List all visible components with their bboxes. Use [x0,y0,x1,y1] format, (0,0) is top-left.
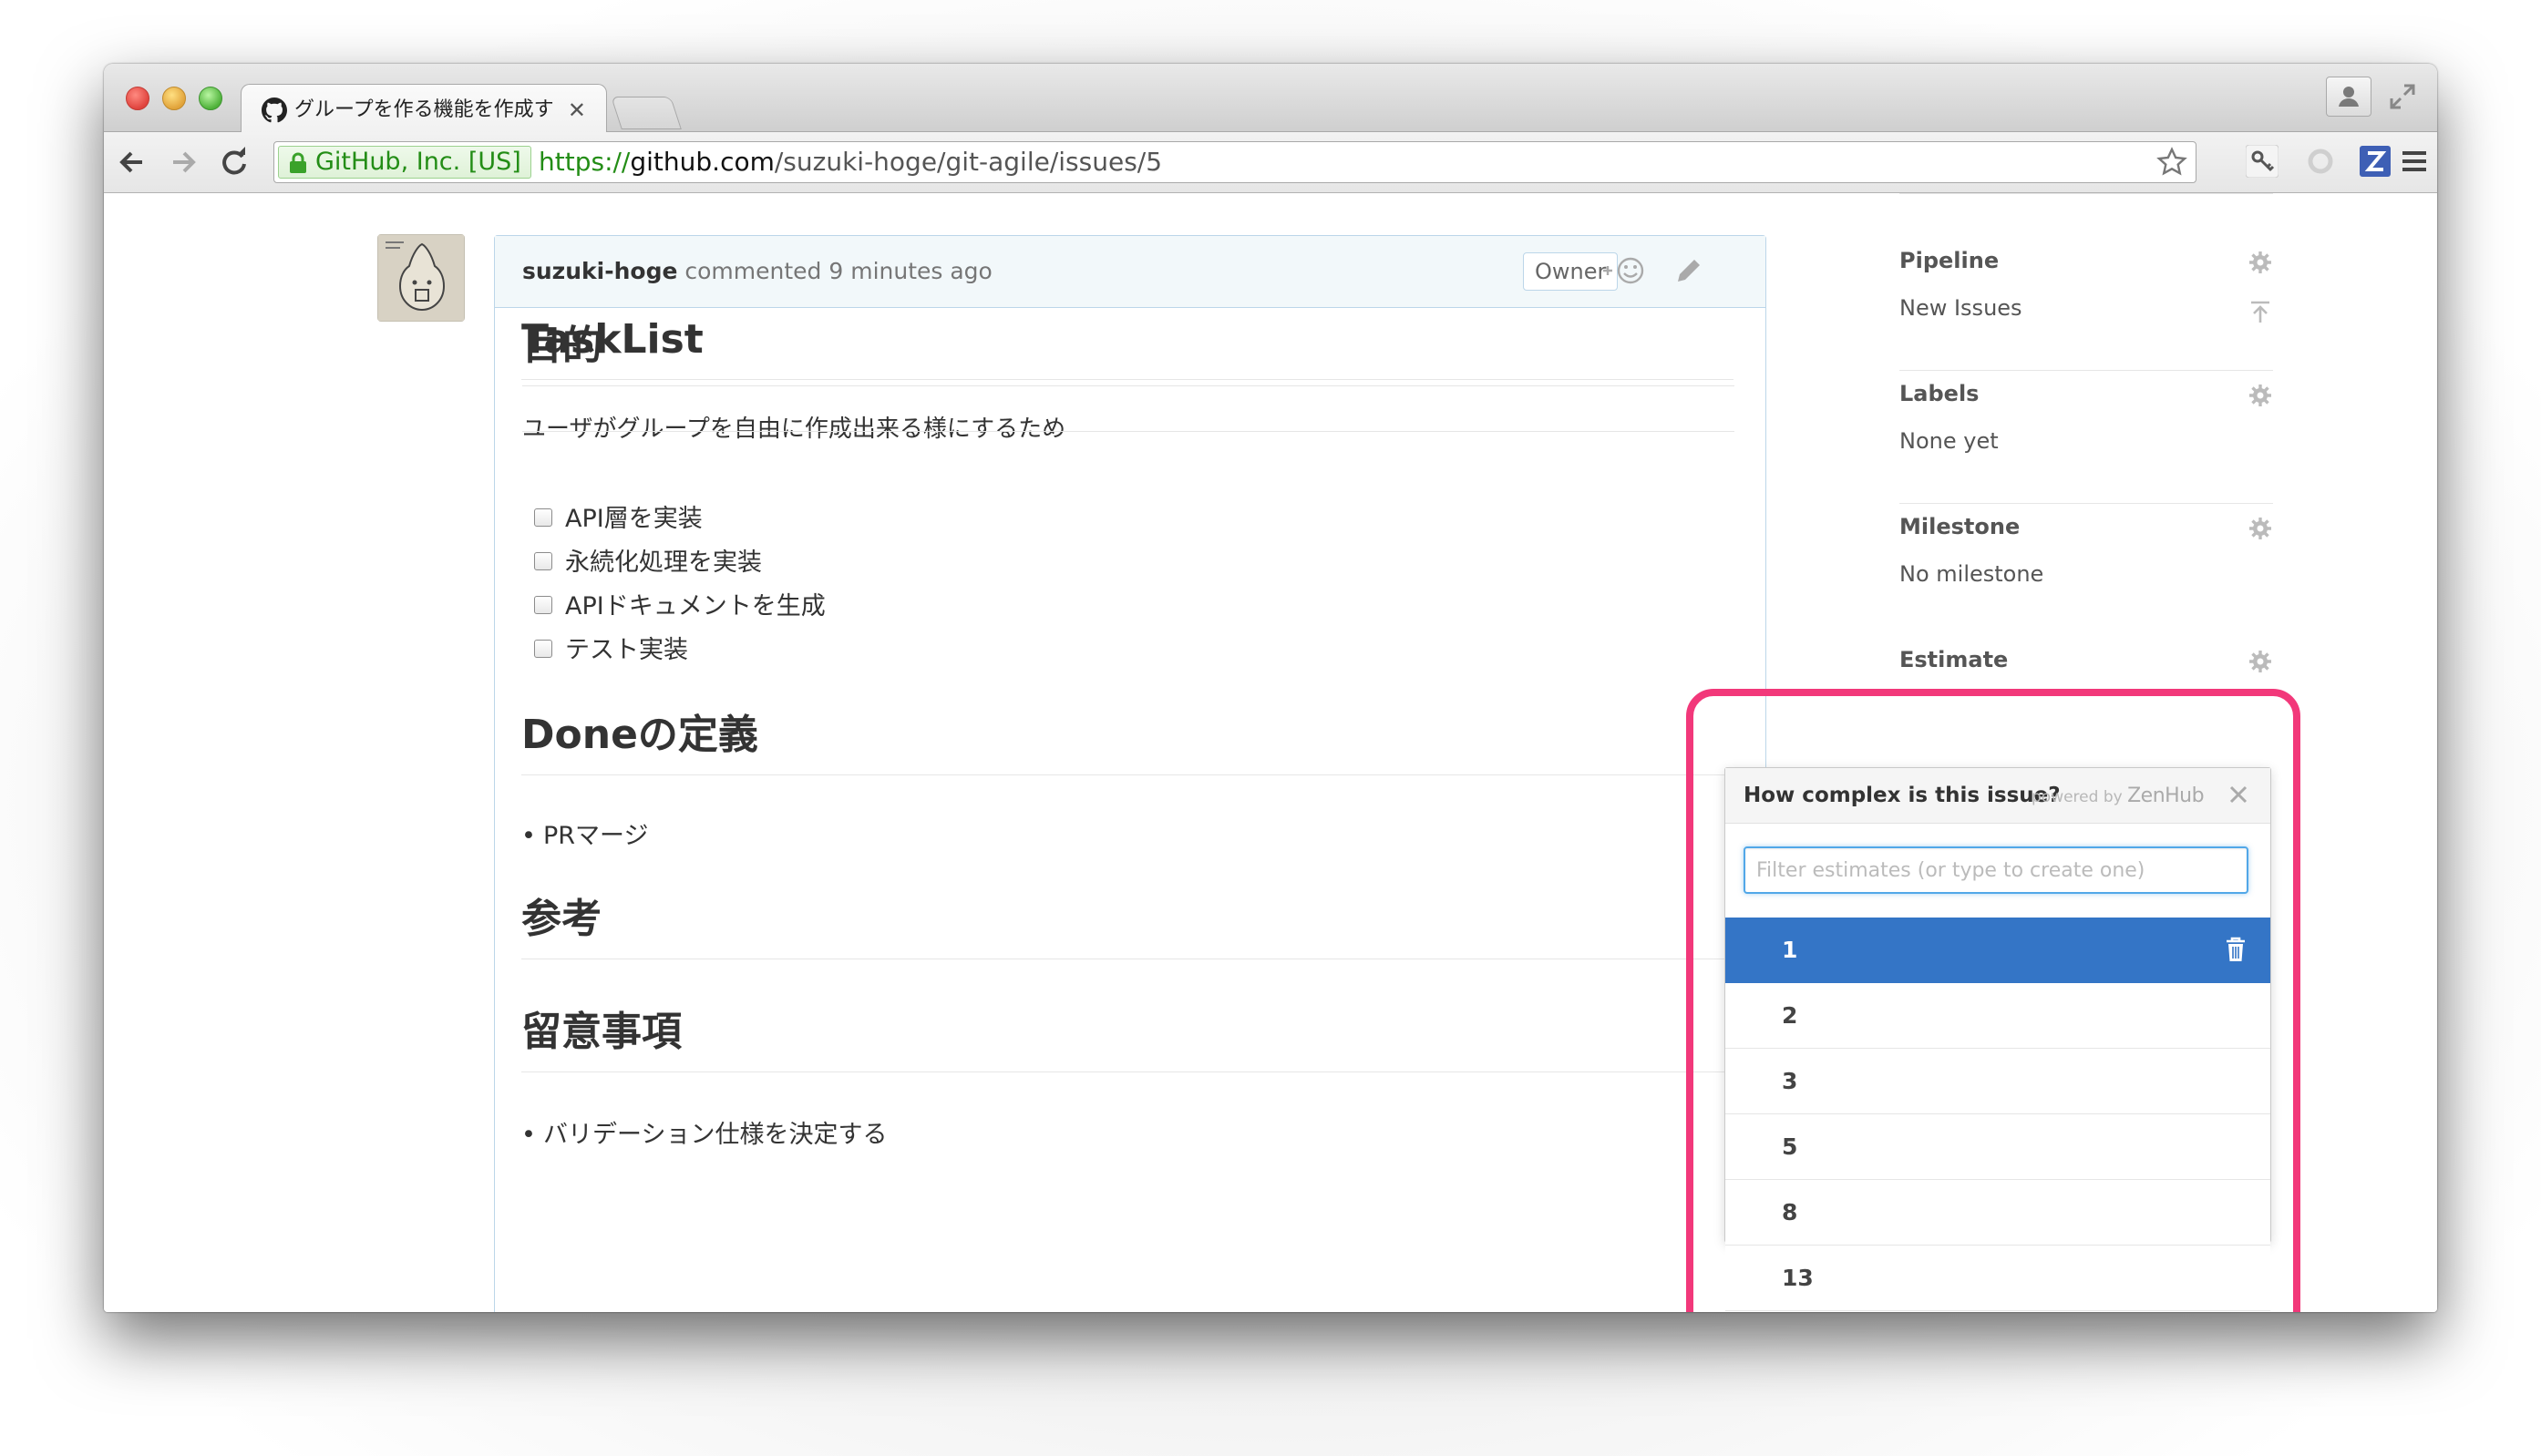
ev-label: GitHub, Inc. [US] [315,148,521,176]
zenhub-extension-icon[interactable] [2359,145,2392,178]
profile-button[interactable] [2326,77,2371,117]
task-label: 永続化処理を実装 [565,549,762,577]
task-checkbox[interactable] [534,551,552,570]
url-text: https://github.com/suzuki-hoge/git-agile… [539,142,1162,182]
tab-close-icon[interactable]: ✕ [568,96,586,125]
forward-arrow-icon[interactable] [166,145,201,179]
task-item: API層を実装 [534,501,703,538]
avatar-drawing [378,235,464,321]
heading-reference: 参考 [521,891,1733,959]
gear-icon[interactable] [2248,516,2273,541]
gear-icon[interactable] [2248,250,2273,275]
browser-window: グループを作る機能を作成す ✕ GitHub, Inc. [US] https:… [104,64,2437,1312]
bookmark-star-icon[interactable] [2155,146,2188,179]
lock-icon [290,152,306,173]
task-checkbox[interactable] [534,595,552,614]
move-to-top-icon[interactable] [2248,299,2273,324]
sidebar-top-rule [1899,193,2273,194]
heading-done-definition: Doneの定義 [521,707,1733,775]
avatar[interactable] [377,234,465,322]
github-icon [262,97,287,123]
task-label: APIドキュメントを生成 [565,592,826,620]
heading-tasklist: TaskList [521,312,1733,380]
task-label: API層を実装 [565,505,703,533]
url-path: /suzuki-hoge/git-agile/issues/5 [774,147,1163,177]
notes-list-item: バリデーション仕様を決定する [521,1117,887,1154]
tab-active[interactable]: グループを作る機能を作成す ✕ [241,84,607,134]
task-item: 永続化処理を実装 [534,545,762,581]
task-item: APIドキュメントを生成 [534,589,826,625]
milestone-value: No milestone [1899,561,2044,587]
tab-strip: グループを作る機能を作成す ✕ [104,64,2437,134]
reload-icon[interactable] [217,145,252,179]
pipeline-title: Pipeline [1899,248,2000,273]
pipeline-value: New Issues [1899,295,2022,321]
ev-certificate-badge[interactable]: GitHub, Inc. [US] [278,146,531,179]
task-checkbox[interactable] [534,508,552,527]
url-scheme: https:// [539,147,631,177]
done-list-item: PRマージ [521,818,648,855]
labels-title: Labels [1899,381,1980,406]
address-bar[interactable]: GitHub, Inc. [US] https://github.com/suz… [273,141,2196,183]
annotation-highlight [1686,689,2300,1312]
gear-icon[interactable] [2248,383,2273,408]
close-window-button[interactable] [126,87,149,110]
key-extension-icon[interactable] [2246,145,2279,178]
task-label: テスト実装 [565,636,688,664]
heading-notes: 留意事項 [521,1004,1733,1072]
labels-value: None yet [1899,428,1999,454]
url-host: github.com [630,147,775,177]
person-icon [2339,87,2359,107]
gear-icon[interactable] [2248,649,2273,674]
fullscreen-icon[interactable] [2388,82,2417,111]
minimize-window-button[interactable] [162,87,186,110]
sync-extension-icon[interactable] [2304,145,2337,178]
browser-toolbar: GitHub, Inc. [US] https://github.com/suz… [104,132,2437,193]
zoom-window-button[interactable] [199,87,222,110]
back-arrow-icon[interactable] [115,145,149,179]
sidebar-divider [1899,503,2273,504]
task-checkbox[interactable] [534,639,552,658]
estimate-title: Estimate [1899,647,2009,672]
page-content: suzuki-hoge commented 9 minutes ago Owne… [104,193,2437,1312]
task-item: テスト実装 [534,632,688,669]
new-tab-button[interactable] [611,97,682,129]
comment-markdown: TaskList API層を実装 永続化処理を実装 APIドキュメントを生成 テ… [521,193,1733,1312]
sidebar-divider [1899,370,2273,371]
menu-icon[interactable] [2401,145,2428,178]
tab-title: グループを作る機能を作成す [294,98,554,121]
milestone-title: Milestone [1899,514,2021,539]
